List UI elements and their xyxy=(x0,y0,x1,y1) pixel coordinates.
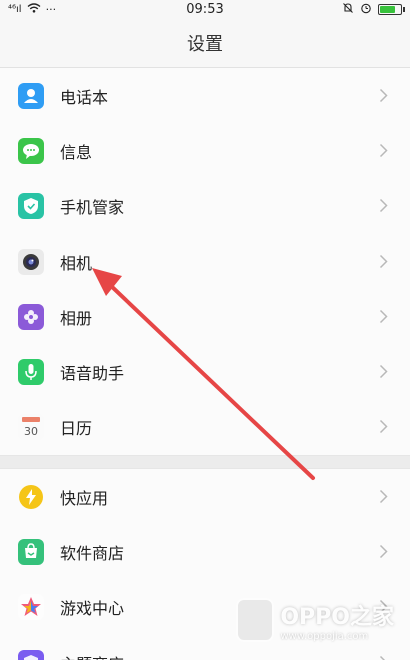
calendar-day-label: 30 xyxy=(24,425,38,438)
chevron-right-icon xyxy=(379,139,388,163)
settings-row-label: 语音助手 xyxy=(60,364,125,384)
watermark-title: OPPO之家 xyxy=(280,604,394,630)
chevron-right-icon xyxy=(379,540,388,564)
calendar-icon: 30 xyxy=(18,414,44,441)
camera-icon xyxy=(18,248,44,275)
status-bar: ⁴⁶ıl ··· 09:53 xyxy=(0,0,410,18)
chevron-right-icon xyxy=(379,485,388,509)
settings-row-calendar[interactable]: 30 日历 xyxy=(0,400,410,455)
settings-row-gallery[interactable]: 相册 xyxy=(0,289,410,344)
section-divider xyxy=(0,455,410,470)
page-title: 设置 xyxy=(0,18,410,68)
chevron-right-icon xyxy=(379,84,388,108)
settings-row-label: 电话本 xyxy=(60,87,109,107)
contacts-icon xyxy=(18,82,44,109)
settings-row-quick-app[interactable]: 快应用 xyxy=(0,469,410,524)
settings-row-camera[interactable]: 相机 xyxy=(0,234,410,289)
theme-store-icon xyxy=(18,649,44,660)
chevron-right-icon xyxy=(379,415,388,439)
battery-level xyxy=(380,5,395,13)
quick-app-icon xyxy=(18,484,44,510)
settings-row-label: 日历 xyxy=(60,419,93,439)
settings-row-messages[interactable]: 信息 xyxy=(0,123,410,178)
settings-row-label: 信息 xyxy=(60,142,93,162)
settings-row-app-store[interactable]: 软件商店 xyxy=(0,524,410,579)
gallery-icon xyxy=(18,303,44,330)
watermark-url: www.oppojia.com xyxy=(280,630,369,642)
status-time: 09:53 xyxy=(186,1,224,17)
settings-row-label: 软件商店 xyxy=(60,544,125,564)
chevron-right-icon xyxy=(379,360,388,384)
battery-icon xyxy=(378,3,405,15)
chevron-right-icon xyxy=(379,250,388,274)
chevron-right-icon xyxy=(379,651,388,660)
settings-row-label: 相机 xyxy=(60,253,93,273)
messages-icon xyxy=(18,137,44,164)
settings-row-contacts[interactable]: 电话本 xyxy=(0,68,410,123)
phone-manager-icon xyxy=(18,193,44,220)
settings-group-apps: 电话本信息手机管家相机相册语音助手 30 日历 xyxy=(0,68,410,456)
chevron-right-icon xyxy=(379,305,388,329)
settings-row-label: 手机管家 xyxy=(60,198,125,218)
settings-row-phone-manager[interactable]: 手机管家 xyxy=(0,179,410,234)
app-store-icon xyxy=(18,539,44,566)
settings-row-voice-assistant[interactable]: 语音助手 xyxy=(0,344,410,399)
settings-row-label: 相册 xyxy=(60,308,93,328)
voice-assistant-icon xyxy=(18,359,44,386)
settings-row-label: 主题商店 xyxy=(60,651,379,660)
settings-row-label: 快应用 xyxy=(60,488,109,508)
chevron-right-icon xyxy=(379,194,388,218)
game-center-icon xyxy=(18,594,44,621)
watermark-logo xyxy=(236,598,275,642)
watermark: OPPO之家 www.oppojia.com xyxy=(236,598,394,642)
